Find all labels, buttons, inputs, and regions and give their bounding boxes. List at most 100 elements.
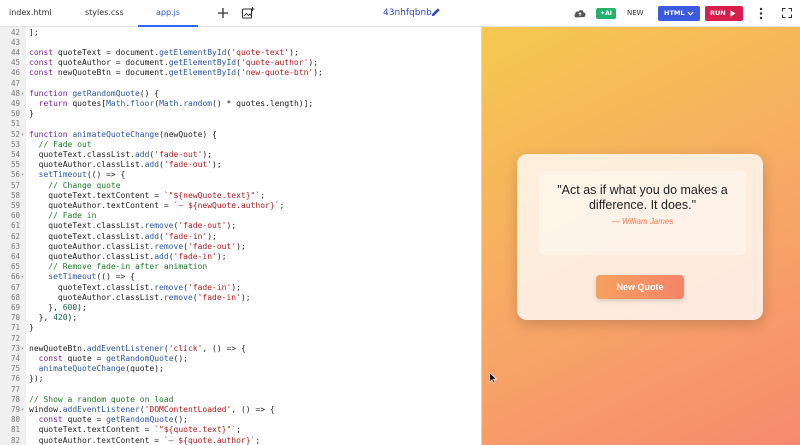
code-line[interactable]: 55 quoteAuthor.classList.add('fade-out')… [0, 160, 481, 170]
code-line[interactable]: 43 [0, 38, 481, 48]
code-line[interactable]: 51 [0, 119, 481, 129]
code-line[interactable]: 44 const quoteText = document.getElementB… [0, 48, 481, 58]
code-line[interactable]: 42]; [0, 28, 481, 38]
tab-styles-css[interactable]: styles.css [85, 0, 124, 26]
line-number: 62 [10, 231, 20, 241]
fold-arrow-icon[interactable]: ▾ [21, 170, 24, 180]
line-number: 67 [10, 282, 20, 292]
fold-arrow-icon[interactable]: ▾ [21, 89, 24, 99]
fold-arrow-icon[interactable]: ▾ [21, 405, 24, 415]
code-line[interactable]: 54 quoteText.classList.add('fade-out'); [0, 150, 481, 160]
code-line[interactable]: 77 [0, 385, 481, 395]
code-line[interactable]: 48 ▾ function getRandomQuote() { [0, 89, 481, 99]
code-line[interactable]: 80 const quote = getRandomQuote(); [0, 415, 481, 425]
code-line[interactable]: 71} [0, 323, 481, 333]
code-line[interactable]: 47 [0, 79, 481, 89]
code-line[interactable]: 50} [0, 109, 481, 119]
line-number: 53 [10, 139, 20, 149]
new-quote-button[interactable]: New Quote [596, 275, 684, 299]
code-line[interactable]: 74 const quote = getRandomQuote(); [0, 354, 481, 364]
code-line[interactable]: 69 }, 600); [0, 303, 481, 313]
code-line[interactable]: 66 ▾ setTimeout(() => { [0, 272, 481, 282]
tab-index-html[interactable]: index.html [9, 0, 52, 26]
project-name[interactable]: 43nhfqbnb [383, 0, 432, 26]
code-line[interactable]: 45 const quoteAuthor = document.getElemen… [0, 58, 481, 68]
code-line[interactable]: 60 // Fade in [0, 211, 481, 221]
code-text: }); [29, 374, 44, 384]
code-text: ]; [29, 27, 39, 37]
code-text: quoteText.textContent = `"${newQuote.tex… [29, 190, 266, 200]
code-line[interactable]: 73 ▾ newQuoteBtn.addEventListener('click',… [0, 344, 481, 354]
code-text: animateQuoteChange(quote); [38, 364, 164, 374]
code-line[interactable]: 70 }, 420); [0, 313, 481, 323]
code-line[interactable]: 52 ▾ function animateQuoteChange(newQuote)… [0, 130, 481, 140]
new-button[interactable]: NEW [627, 0, 644, 26]
mouse-cursor-icon [489, 372, 497, 384]
code-line[interactable]: 64 quoteAuthor.classList.add('fade-in'); [0, 252, 481, 262]
code-line[interactable]: 72 [0, 334, 481, 344]
quote-text: "Act as if what you do makes a differenc… [557, 183, 728, 212]
code-line[interactable]: 46 const newQuoteBtn = document.getElemen… [0, 68, 481, 78]
code-line[interactable]: 68 quoteAuthor.classList.remove('fade-in… [0, 293, 481, 303]
run-button[interactable]: RUN [705, 6, 743, 21]
code-line[interactable]: 58 quoteText.textContent = `"${newQuote.… [0, 191, 481, 201]
line-number: 77 [10, 384, 20, 394]
code-editor[interactable]: 42]; 43 44 const quoteText = document.getEl… [0, 27, 481, 445]
code-line[interactable]: 63 quoteAuthor.classList.remove('fade-ou… [0, 242, 481, 252]
code-line[interactable]: 76}); [0, 374, 481, 384]
code-text: return quotes[Math.floor(Math.random() *… [38, 98, 314, 108]
code-text: setTimeout(() => { [38, 170, 126, 180]
line-number: 64 [10, 251, 20, 261]
code-text: newQuoteBtn.addEventListener('click', ()… [29, 343, 246, 353]
line-number: 65 [10, 262, 20, 272]
fold-arrow-icon[interactable]: ▾ [21, 272, 24, 282]
fold-arrow-icon[interactable]: ▾ [21, 130, 24, 140]
line-number: 50 [10, 109, 20, 119]
code-line[interactable]: 61 quoteText.classList.remove('fade-out'… [0, 221, 481, 231]
code-text: }, 420); [29, 313, 78, 323]
code-line[interactable]: 59 quoteAuthor.textContent = `— ${newQuo… [0, 201, 481, 211]
code-line[interactable]: 67 quoteText.classList.remove('fade-in')… [0, 283, 481, 293]
quote-box: "Act as if what you do makes a differenc… [539, 171, 746, 255]
code-line[interactable]: 81 quoteText.textContent = `"${quote.tex… [0, 425, 481, 435]
line-number: 80 [10, 415, 20, 425]
edit-pencil-icon[interactable] [430, 7, 441, 18]
line-number: 54 [10, 149, 20, 159]
line-number: 76 [10, 374, 20, 384]
code-line[interactable]: 49 return quotes[Math.floor(Math.random(… [0, 99, 481, 109]
chevron-down-icon [687, 11, 694, 16]
code-line[interactable]: 79 ▾ window.addEventListener('DOMContentLo… [0, 405, 481, 415]
line-number: 57 [10, 180, 20, 190]
code-line[interactable]: 62 quoteText.classList.add('fade-in'); [0, 232, 481, 242]
code-line[interactable]: 82 quoteAuthor.textContent = `— ${quote.… [0, 436, 481, 445]
fold-arrow-icon[interactable]: ▾ [21, 344, 24, 354]
line-number: 60 [10, 211, 20, 221]
quote-card: "Act as if what you do makes a differenc… [517, 154, 763, 320]
add-tab-icon[interactable] [216, 6, 230, 20]
add-image-icon[interactable] [241, 6, 255, 20]
fullscreen-icon[interactable] [782, 8, 792, 18]
line-number: 66 [10, 272, 20, 282]
line-number: 72 [10, 333, 20, 343]
code-line[interactable]: 75 animateQuoteChange(quote); [0, 364, 481, 374]
code-text: setTimeout(() => { [48, 272, 135, 282]
code-line[interactable]: 53 // Fade out [0, 140, 481, 150]
tab-app-js[interactable]: app.js [138, 0, 198, 27]
line-number: 63 [10, 241, 20, 251]
line-number: 79 [10, 404, 20, 414]
code-line[interactable]: 57 // Change quote [0, 181, 481, 191]
more-options-icon[interactable] [758, 7, 764, 20]
line-number: 43 [10, 37, 20, 47]
cloud-upload-icon[interactable] [573, 7, 587, 19]
html-language-select[interactable]: HTML [658, 6, 700, 21]
code-text: quoteAuthor.textContent = `— ${newQuote.… [29, 200, 285, 210]
line-number: 49 [10, 98, 20, 108]
top-toolbar: index.html styles.css app.js 43nhfqbnb ✦… [0, 0, 800, 27]
code-text: quoteAuthor.classList.add('fade-out'); [29, 160, 222, 170]
code-line[interactable]: 56 ▾ setTimeout(() => { [0, 170, 481, 180]
ai-button[interactable]: ✦AI [596, 8, 616, 19]
code-line[interactable]: 78 // Show a random quote on load [0, 395, 481, 405]
code-text: quoteText.classList.remove('fade-in'); [29, 282, 241, 292]
code-line[interactable]: 65 // Remove fade-in after animation [0, 262, 481, 272]
line-number: 70 [10, 313, 20, 323]
